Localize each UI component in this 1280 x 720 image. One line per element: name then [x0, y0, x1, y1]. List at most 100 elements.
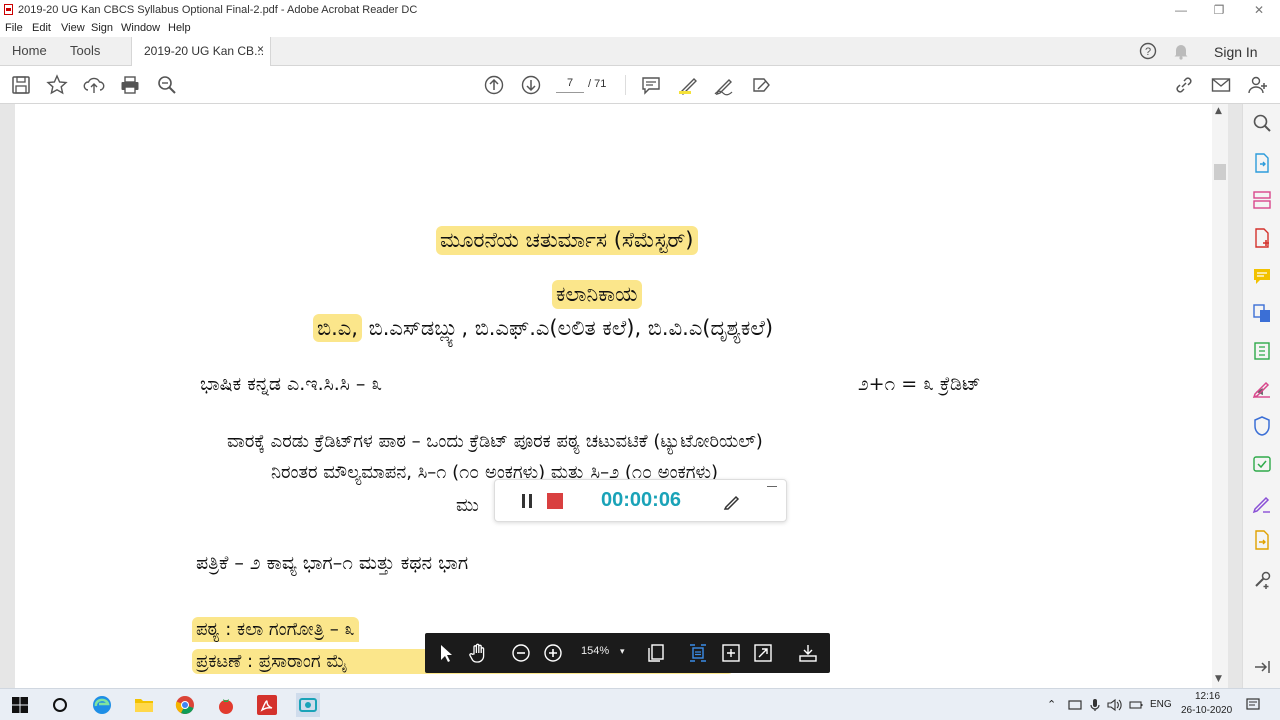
fill-sign-panel-icon[interactable]: [1251, 492, 1273, 514]
tab-document[interactable]: 2019-20 UG Kan CB... ×: [131, 37, 271, 66]
export-pdf-icon[interactable]: [1251, 152, 1273, 174]
panel-exit-icon[interactable]: [1251, 656, 1273, 678]
tab-bar: Home Tools 2019-20 UG Kan CB... × ? Sign…: [0, 37, 1280, 66]
edit-pdf-icon[interactable]: [1251, 377, 1273, 399]
star-icon[interactable]: [46, 74, 68, 96]
network-tray-icon[interactable]: [1068, 697, 1082, 716]
close-window-button[interactable]: ✕: [1249, 2, 1269, 18]
page-total: / 71: [588, 78, 607, 90]
share-link-icon[interactable]: [1173, 74, 1195, 96]
save-icon[interactable]: [10, 74, 32, 96]
menu-file[interactable]: File: [5, 22, 23, 34]
microphone-tray-icon[interactable]: [1090, 697, 1100, 716]
pen-annotate-icon[interactable]: [723, 492, 741, 514]
search-icon[interactable]: [1251, 112, 1273, 134]
file-explorer-icon[interactable]: [132, 693, 156, 717]
draw-pen-icon[interactable]: [713, 74, 735, 96]
print-icon[interactable]: [119, 74, 141, 96]
menu-window[interactable]: Window: [121, 22, 160, 34]
app-tomato-icon[interactable]: [214, 693, 238, 717]
full-screen-icon[interactable]: [752, 642, 774, 664]
scroll-down-icon[interactable]: ▼: [1215, 674, 1222, 684]
menu-view[interactable]: View: [61, 22, 85, 34]
add-user-icon[interactable]: [1247, 74, 1269, 96]
create-pdf-icon[interactable]: [1251, 227, 1273, 249]
title-bar: 2019-20 UG Kan CBCS Syllabus Optional Fi…: [0, 0, 1280, 21]
fill-sign-icon[interactable]: [750, 74, 772, 96]
scroll-up-icon[interactable]: ▲: [1215, 106, 1222, 116]
upload-cloud-icon[interactable]: [83, 74, 105, 96]
zoom-out-icon[interactable]: [510, 642, 532, 664]
read-aloud-icon[interactable]: [797, 642, 819, 664]
page-number-input[interactable]: 7: [556, 77, 584, 93]
pdf-page: ಮೂರನೆಯ ಚತುರ್ಮಾಸ (ಸೆಮೆಸ್ಟರ್) ಕಲಾನಿಕಾಯ ಬಿ.…: [15, 104, 1212, 688]
fit-page-icon[interactable]: [720, 642, 742, 664]
export-file-icon[interactable]: [1251, 529, 1273, 551]
menu-edit[interactable]: Edit: [32, 22, 51, 34]
document-area: ಮೂರನೆಯ ಚತುರ್ಮಾಸ (ಸೆಮೆಸ್ಟರ್) ಕಲಾನಿಕಾಯ ಬಿ.…: [0, 104, 1242, 688]
page-copy-icon[interactable]: [645, 642, 667, 664]
floating-page-toolbar: 154% ▾: [425, 633, 830, 673]
compress-pdf-icon[interactable]: [1251, 340, 1273, 362]
screen-recorder-widget: 00:00:06: [494, 479, 787, 522]
screen-recorder-taskbar-icon[interactable]: [296, 693, 320, 717]
edge-browser-icon[interactable]: [90, 693, 114, 717]
menu-sign[interactable]: Sign: [91, 22, 113, 34]
previous-page-icon[interactable]: [483, 74, 505, 96]
windows-taskbar: ⌃ ENG 12:16 26-10-2020: [0, 688, 1280, 720]
zoom-dropdown-icon[interactable]: ▾: [620, 647, 625, 657]
select-cursor-icon[interactable]: [435, 642, 457, 664]
combine-files-icon[interactable]: [1251, 302, 1273, 324]
hand-tool-icon[interactable]: [467, 642, 489, 664]
degree-ba-highlight: ಬಿ.ಎ,: [313, 314, 362, 342]
maximize-button[interactable]: ❐: [1209, 2, 1229, 18]
scroll-thumb[interactable]: [1214, 164, 1226, 180]
comment-panel-icon[interactable]: [1251, 265, 1273, 287]
clock-date[interactable]: 26-10-2020: [1181, 705, 1232, 716]
main-toolbar: 7 / 71: [0, 66, 1280, 104]
partial-line: ಮು: [456, 495, 479, 516]
zoom-in-icon[interactable]: [542, 642, 564, 664]
battery-tray-icon[interactable]: [1129, 697, 1143, 716]
chrome-icon[interactable]: [173, 693, 197, 717]
volume-tray-icon[interactable]: [1107, 697, 1123, 716]
tab-home[interactable]: Home: [12, 43, 47, 58]
tray-chevron-icon[interactable]: ⌃: [1047, 698, 1056, 711]
window-title: 2019-20 UG Kan CBCS Syllabus Optional Fi…: [18, 4, 418, 16]
right-tools-panel: ◀: [1242, 104, 1280, 688]
organize-pages-icon[interactable]: [1251, 189, 1273, 211]
close-tab-icon[interactable]: ×: [257, 42, 264, 56]
comment-icon[interactable]: [640, 74, 662, 96]
zoom-level[interactable]: 154%: [581, 645, 609, 657]
language-indicator[interactable]: ENG: [1150, 699, 1172, 710]
stop-record-icon[interactable]: [547, 493, 563, 513]
tab-tools[interactable]: Tools: [70, 43, 100, 58]
vertical-scrollbar[interactable]: ▲ ▼: [1212, 104, 1228, 688]
fit-width-icon[interactable]: [687, 642, 709, 664]
menu-help[interactable]: Help: [168, 22, 191, 34]
paper-title: ಪತ್ರಿಕೆ – ೨ ಕಾವ್ಯ ಭಾಗ–೧ ಮತ್ತು ಕಥನ ಭಾಗ: [196, 552, 469, 574]
sign-in-link[interactable]: Sign In: [1214, 44, 1258, 60]
bell-icon[interactable]: [1173, 42, 1189, 63]
windows-start-icon[interactable]: [8, 693, 32, 717]
help-icon[interactable]: ?: [1139, 42, 1157, 63]
acrobat-reader-taskbar-icon[interactable]: [255, 693, 279, 717]
cortana-search-icon[interactable]: [48, 693, 72, 717]
zoom-search-icon[interactable]: [156, 74, 178, 96]
clock-time[interactable]: 12:16: [1195, 691, 1220, 702]
faculty-heading: ಕಲಾನಿಕಾಯ: [552, 280, 642, 309]
highlight-pen-icon[interactable]: [677, 74, 699, 96]
textbook-line: ಪಠ್ಯ : ಕಲಾ ಗಂಗೋತ್ರಿ – ೩: [192, 617, 359, 642]
minimize-recorder-icon[interactable]: [767, 486, 777, 487]
protect-shield-icon[interactable]: [1251, 415, 1273, 437]
pause-icon[interactable]: [520, 493, 534, 513]
send-for-review-icon[interactable]: [1251, 453, 1273, 475]
notifications-icon[interactable]: [1246, 697, 1260, 716]
semester-heading: ಮೂರನೆಯ ಚತುರ್ಮಾಸ (ಸೆಮೆಸ್ಟರ್): [436, 226, 698, 255]
more-tools-icon[interactable]: [1251, 569, 1273, 591]
minimize-button[interactable]: —: [1171, 2, 1191, 18]
course-title: ಭಾಷಿಕ ಕನ್ನಡ ಎ.ಇ.ಸಿ.ಸಿ – ೩: [200, 373, 383, 395]
next-page-icon[interactable]: [520, 74, 542, 96]
email-icon[interactable]: [1210, 74, 1232, 96]
menu-bar: File Edit View Sign Window Help: [0, 21, 1280, 37]
